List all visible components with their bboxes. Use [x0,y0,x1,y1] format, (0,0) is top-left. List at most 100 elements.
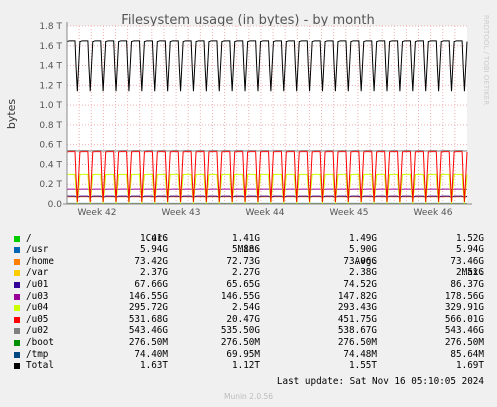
rrdtool-side-label: RRDTOOL / TOBI OETIKER [482,15,490,105]
legend-row: /u05 531.68G 20.47G 451.75G 566.01G [0,314,497,326]
legend-max-value: 73.46G [450,255,484,267]
legend-swatch [14,293,20,300]
legend-min-value: 72.73G [226,255,260,267]
legend-cur-value: 1.63T [140,360,168,372]
legend-row: / 1.41G 1.41G 1.49G 1.52G [0,233,497,245]
legend-swatch [14,281,20,288]
legend: Cur: Min: Avg: Max: / 1.41G 1.41G 1.49G 1.52… [0,221,497,372]
x-tick-label: Week 46 [414,208,453,218]
legend-max-value: 1.69T [456,360,484,372]
legend-swatch [14,270,20,277]
legend-min-value: 1.41G [232,232,260,244]
legend-swatch [14,363,20,370]
legend-max-value: 276.50M [444,336,484,348]
legend-swatch [14,258,20,265]
legend-label: / [26,232,32,244]
legend-max-value: 543.46G [444,325,484,337]
legend-cur-value: 531.68G [128,313,168,325]
legend-rows: / 1.41G 1.41G 1.49G 1.52G/usr 5.94G 5.88G 5.90G… [0,233,497,372]
y-tick-label: 0.8 T [39,121,62,131]
legend-cur-value: 67.66G [134,278,168,290]
legend-swatch [14,351,20,358]
legend-cur-value: 1.41G [140,232,168,244]
legend-avg-value: 451.75G [337,313,377,325]
munin-version: Munin 2.0.56 [223,392,274,401]
legend-label: /u02 [26,325,49,337]
legend-label: /u03 [26,290,49,302]
legend-label: /tmp [26,348,49,360]
legend-avg-value: 1.49G [349,232,377,244]
legend-row: /u03 146.55G 146.55G 147.82G 178.56G [0,291,497,303]
legend-max-value: 86.37G [450,278,484,290]
legend-row: /usr 5.94G 5.88G 5.90G 5.94G [0,244,497,256]
legend-swatch [14,339,20,346]
legend-row: /home 73.42G 72.73G 73.06G 73.46G [0,256,497,268]
legend-row: /u04 295.72G 2.54G 293.43G 329.91G [0,302,497,314]
legend-avg-value: 276.50M [337,336,377,348]
y-axis-label: bytes [5,99,18,130]
legend-max-value: 5.94G [456,244,484,256]
legend-cur-value: 543.46G [128,325,168,337]
legend-avg-value: 5.90G [349,244,377,256]
legend-min-value: 2.27G [232,267,260,279]
legend-cur-value: 5.94G [140,244,168,256]
legend-cur-value: 2.37G [140,267,168,279]
legend-avg-value: 1.55T [349,360,377,372]
legend-max-value: 1.52G [456,232,484,244]
legend-max-value: 329.91G [444,302,484,314]
legend-row: /u01 67.66G 65.65G 74.52G 86.37G [0,279,497,291]
legend-swatch [14,247,20,254]
legend-max-value: 85.64M [450,348,484,360]
last-update: Last update: Sat Nov 16 05:10:05 2024 [276,376,484,387]
legend-cur-value: 74.40M [134,348,168,360]
legend-label: /boot [26,336,54,348]
legend-min-value: 20.47G [226,313,260,325]
legend-avg-value: 74.48M [343,348,377,360]
legend-row: /u02 543.46G 535.50G 538.67G 543.46G [0,325,497,337]
legend-max-value: 2.51G [456,267,484,279]
legend-label: /var [26,267,49,279]
legend-label: /u04 [26,302,49,314]
y-tick-label: 1.8 T [39,22,62,32]
legend-min-value: 1.12T [232,360,260,372]
legend-label: /u01 [26,278,49,290]
legend-cur-value: 73.42G [134,255,168,267]
legend-row: /boot 276.50M 276.50M 276.50M 276.50M [0,337,497,349]
legend-avg-value: 147.82G [337,290,377,302]
legend-avg-value: 2.38G [349,267,377,279]
legend-avg-value: 73.06G [343,255,377,267]
legend-label: /u05 [26,313,49,325]
legend-avg-value: 293.43G [337,302,377,314]
legend-cur-value: 295.72G [128,302,168,314]
legend-avg-value: 538.67G [337,325,377,337]
x-tick-label: Week 45 [330,208,369,218]
legend-label: Total [26,360,54,372]
legend-row: Total 1.63T 1.12T 1.55T 1.69T [0,360,497,372]
legend-swatch [14,316,20,323]
y-tick-label: 0.2 T [39,180,62,190]
legend-min-value: 65.65G [226,278,260,290]
legend-max-value: 178.56G [444,290,484,302]
legend-label: /usr [26,244,49,256]
legend-swatch [14,328,20,335]
x-tick-label: Week 44 [246,208,285,218]
legend-label: /home [26,255,54,267]
y-tick-label: 1.2 T [39,81,62,91]
chart: Filesystem usage (in bytes) - by month b… [5,13,490,218]
legend-min-value: 5.88G [232,244,260,256]
x-tick-label: Week 43 [162,208,201,218]
y-tick-label: 0.4 T [39,160,62,170]
legend-cur-value: 276.50M [128,336,168,348]
legend-header: Cur: Min: Avg: Max: [0,221,497,279]
y-tick-label: 0.0 [48,200,63,210]
y-tick-label: 1.6 T [39,42,62,52]
legend-avg-value: 74.52G [343,278,377,290]
legend-min-value: 535.50G [220,325,260,337]
legend-cur-value: 146.55G [128,290,168,302]
legend-min-value: 2.54G [232,302,260,314]
y-tick-label: 1.0 T [39,101,62,111]
legend-swatch [14,305,20,312]
x-tick-label: Week 42 [78,208,117,218]
y-tick-label: 1.4 T [39,62,62,72]
legend-max-value: 566.01G [444,313,484,325]
